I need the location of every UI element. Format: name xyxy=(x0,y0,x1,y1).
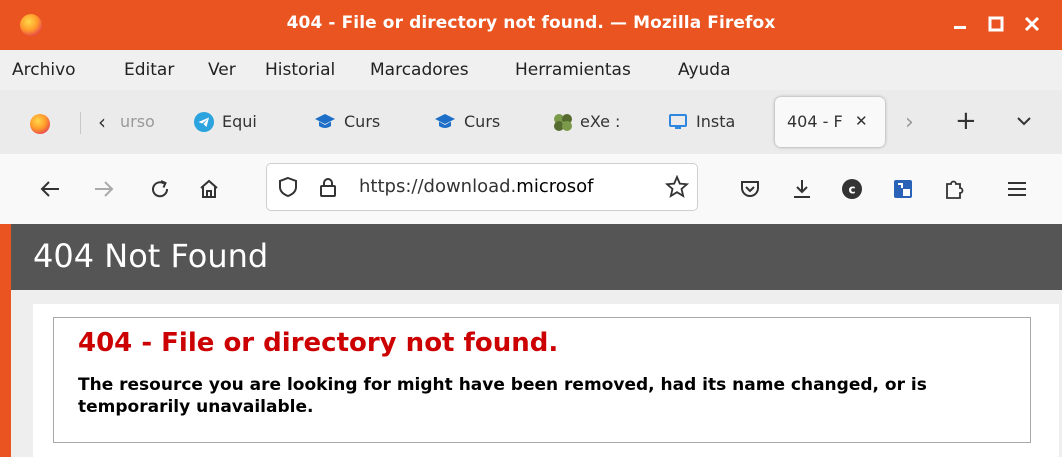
reload-icon[interactable] xyxy=(148,177,172,201)
home-icon[interactable] xyxy=(197,177,221,201)
tab-6[interactable]: Insta xyxy=(668,97,758,147)
minimize-icon xyxy=(954,26,966,29)
bookmark-star-icon[interactable] xyxy=(665,175,689,199)
menu-herramientas[interactable]: Herramientas xyxy=(515,60,631,80)
firefox-view-icon[interactable] xyxy=(30,114,50,134)
minimize-button[interactable] xyxy=(948,12,972,36)
menu-archivo[interactable]: Archivo xyxy=(12,60,76,80)
new-tab-button[interactable]: + xyxy=(955,106,977,136)
scroll-right-icon[interactable]: › xyxy=(905,110,914,135)
menu-marcadores[interactable]: Marcadores xyxy=(370,60,469,80)
chevron-left-icon: ‹ xyxy=(98,110,106,134)
error-title: 404 - File or directory not found. xyxy=(78,328,559,358)
page-viewport: 404 Not Found 404 - File or directory no… xyxy=(11,224,1062,457)
content-panel: 404 - File or directory not found. The r… xyxy=(33,304,1059,457)
tab-separator xyxy=(80,112,81,134)
graduation-cap-icon xyxy=(435,114,455,128)
extension-c-icon[interactable]: c xyxy=(841,178,863,200)
tab-1[interactable]: ‹ urso xyxy=(98,97,178,147)
close-window-button[interactable] xyxy=(1020,12,1044,36)
left-edge-strip xyxy=(0,224,11,457)
forward-icon[interactable] xyxy=(92,178,116,200)
hamburger-menu-icon[interactable] xyxy=(1006,180,1028,198)
svg-text:c: c xyxy=(848,183,855,197)
tab-2-label: Equi xyxy=(222,112,257,131)
back-icon[interactable] xyxy=(38,178,62,200)
pocket-icon[interactable] xyxy=(738,177,762,201)
download-icon[interactable] xyxy=(790,177,814,201)
url-domain: microsof xyxy=(516,176,594,197)
tab-3[interactable]: Curs xyxy=(314,97,414,147)
menu-ver[interactable]: Ver xyxy=(208,60,236,80)
lock-icon[interactable] xyxy=(317,176,339,198)
tab-1-label: urso xyxy=(120,112,155,131)
tab-4[interactable]: Curs xyxy=(434,97,534,147)
window-titlebar: 404 - File or directory not found. — Moz… xyxy=(0,0,1062,50)
tab-bar: ‹ urso Equi Curs Curs eXe : Insta 404 - … xyxy=(0,90,1062,154)
tab-6-label: Insta xyxy=(696,112,736,131)
menu-editar[interactable]: Editar xyxy=(124,60,174,80)
close-icon xyxy=(1024,16,1040,32)
window-title: 404 - File or directory not found. — Moz… xyxy=(286,13,776,33)
graduation-cap-icon xyxy=(315,114,335,128)
maximize-button[interactable] xyxy=(984,12,1008,36)
error-message: The resource you are looking for might h… xyxy=(78,375,927,417)
url-prefix: https://download. xyxy=(359,176,517,197)
maximize-icon xyxy=(988,16,1004,32)
monitor-icon xyxy=(669,114,687,129)
tab-2[interactable]: Equi xyxy=(192,97,292,147)
list-all-tabs-icon[interactable] xyxy=(1016,115,1032,127)
url-text[interactable]: https://download.microsof xyxy=(359,176,659,197)
tab-active[interactable]: 404 - F ✕ xyxy=(775,97,885,147)
tab-4-label: Curs xyxy=(464,112,501,131)
tab-5[interactable]: eXe : xyxy=(552,97,652,147)
url-bar[interactable]: https://download.microsof xyxy=(266,163,698,211)
menu-ayuda[interactable]: Ayuda xyxy=(678,60,731,80)
telegram-icon xyxy=(194,112,214,132)
tab-3-label: Curs xyxy=(344,112,381,131)
tab-close-icon[interactable]: ✕ xyxy=(855,112,868,130)
error-box: 404 - File or directory not found. The r… xyxy=(53,317,1031,443)
page-header: 404 Not Found xyxy=(11,224,1062,290)
exe-icon xyxy=(554,114,572,131)
page-header-title: 404 Not Found xyxy=(33,237,269,275)
tab-active-label: 404 - F xyxy=(787,112,843,131)
menu-bar: Archivo Editar Ver Historial Marcadores … xyxy=(0,50,1062,90)
shield-icon[interactable] xyxy=(277,176,299,198)
extension-blue-icon[interactable] xyxy=(891,177,915,201)
tab-5-label: eXe : xyxy=(580,112,621,131)
menu-historial[interactable]: Historial xyxy=(265,60,335,80)
extensions-puzzle-icon[interactable] xyxy=(942,176,966,202)
